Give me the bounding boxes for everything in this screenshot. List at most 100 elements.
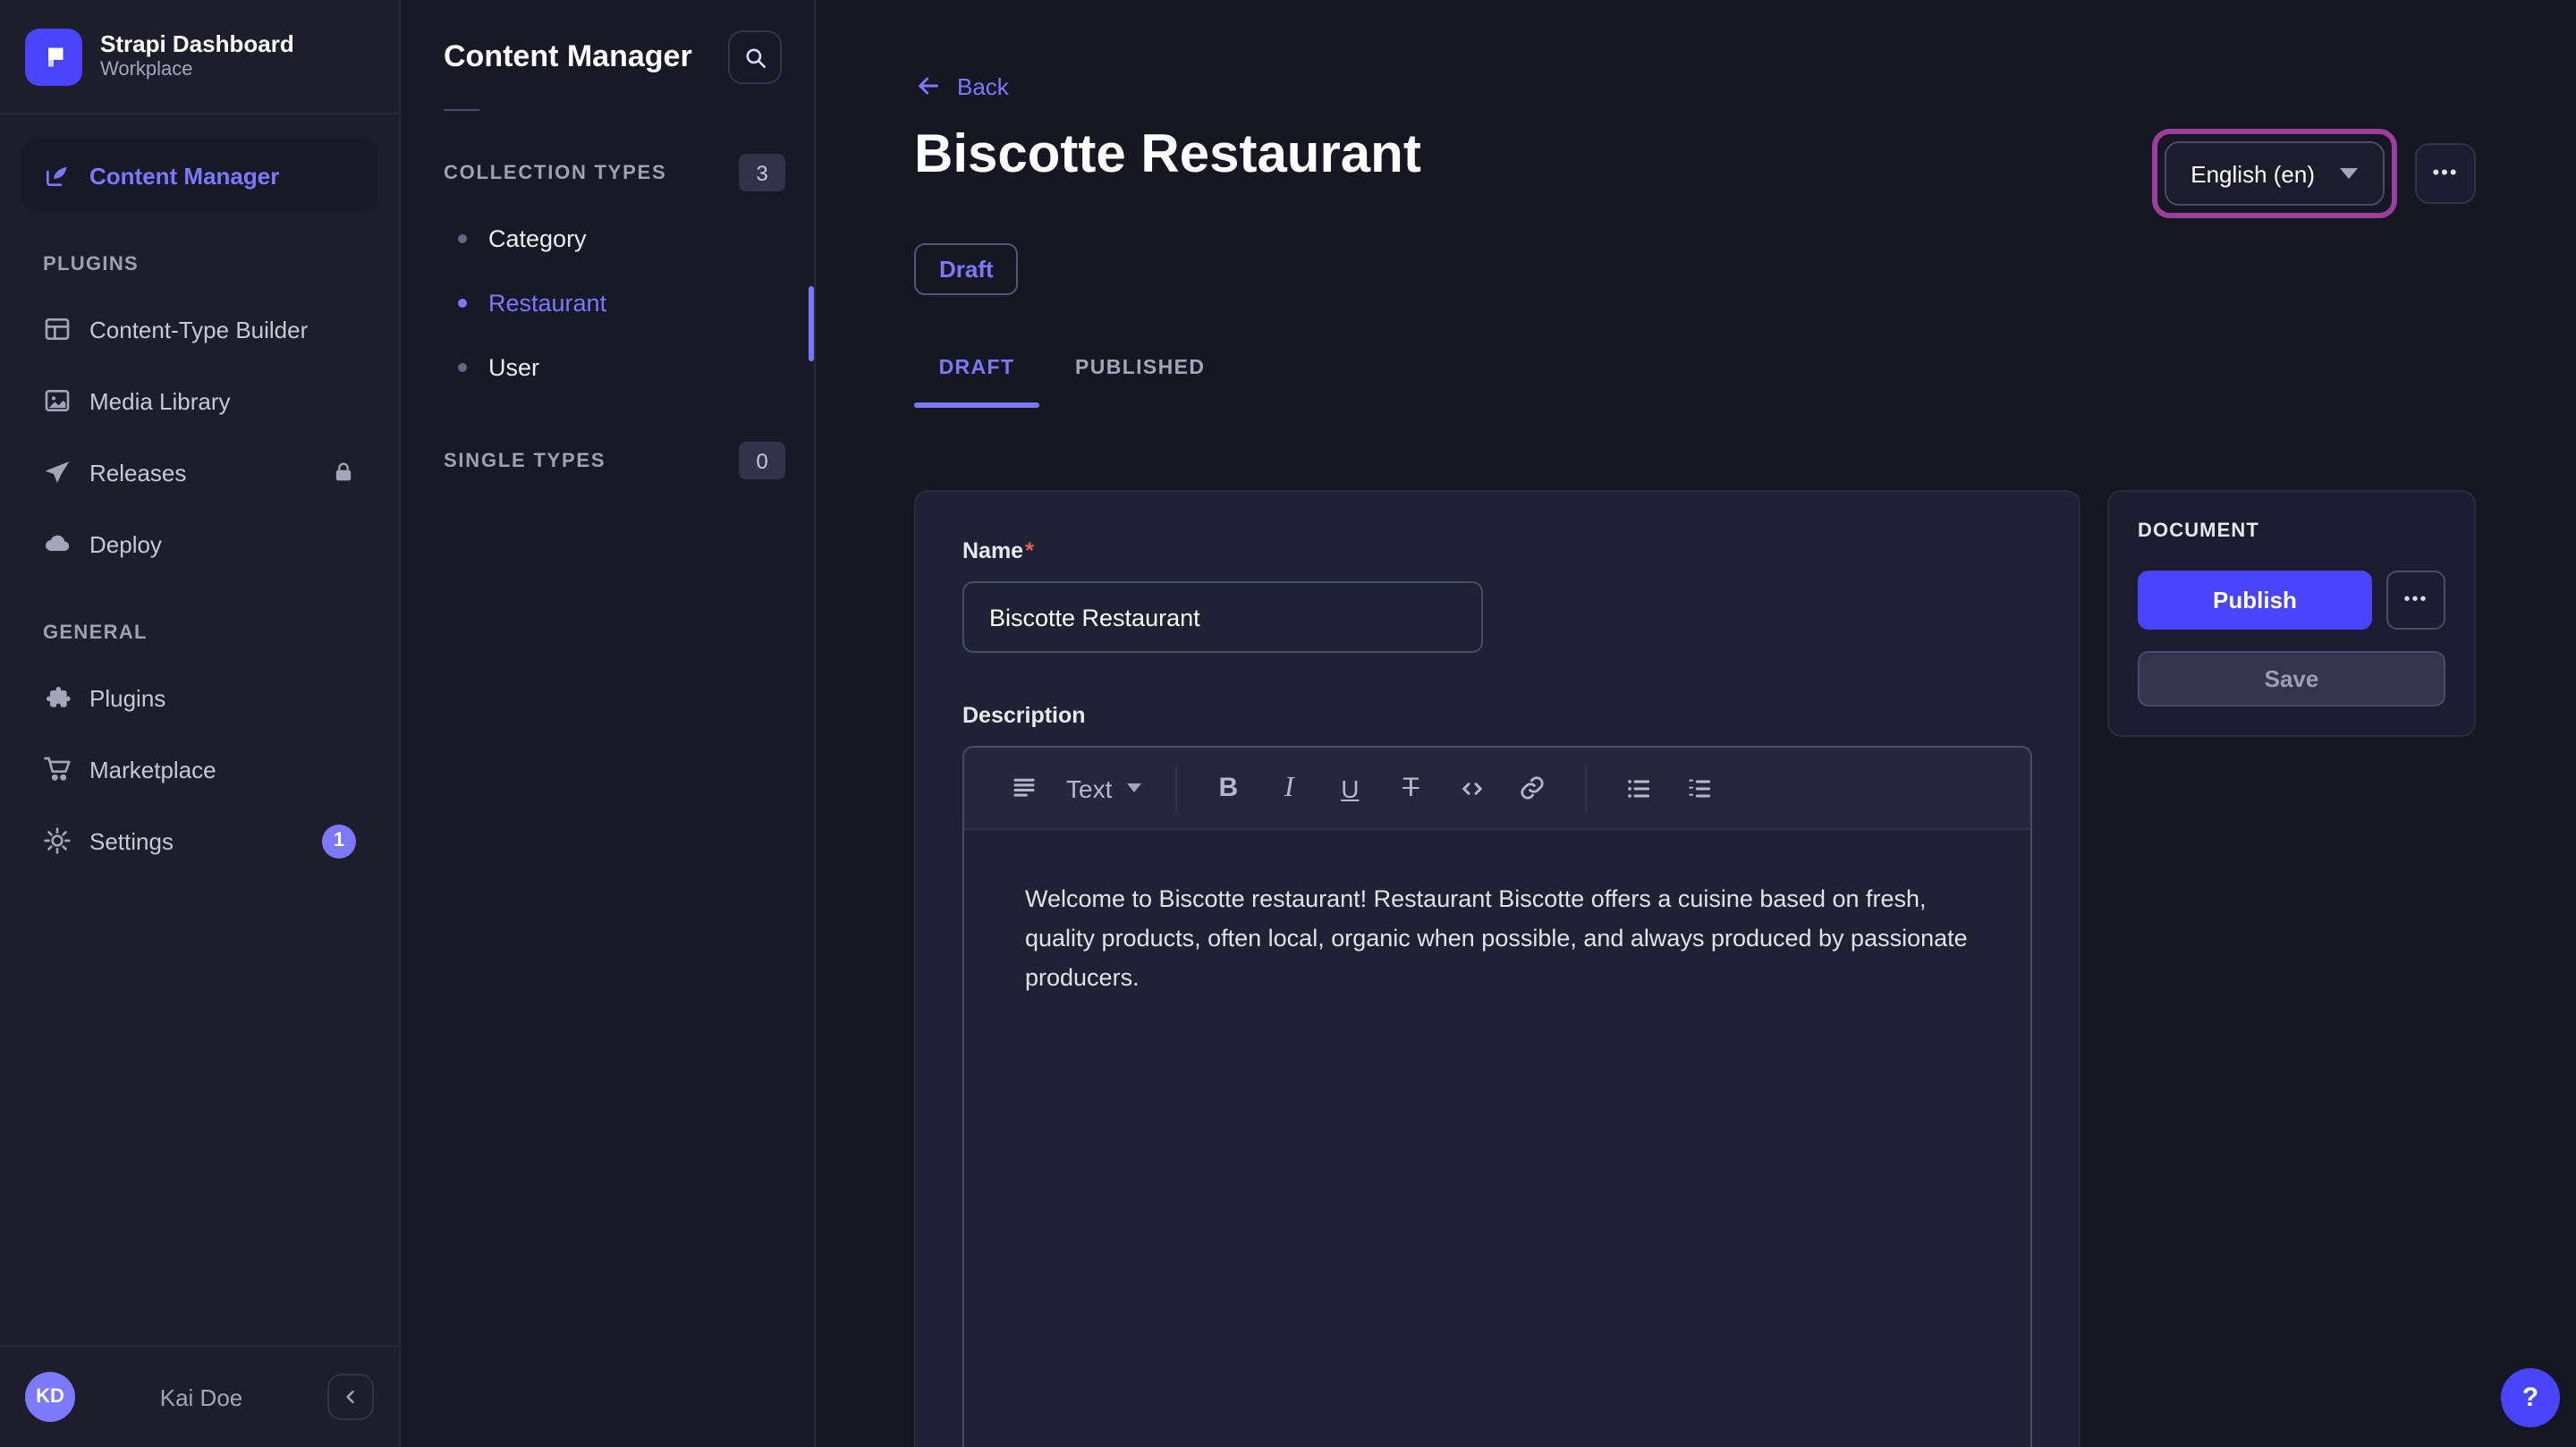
sidebar-item-label: Plugins [89, 684, 165, 711]
collection-types-header: COLLECTION TYPES 3 [401, 129, 814, 202]
app-window: Strapi Dashboard Workplace Content Manag… [0, 0, 2576, 1447]
subnav-item-label: User [488, 353, 539, 380]
locale-select[interactable]: English (en) [2164, 141, 2385, 206]
avatar[interactable]: KD [25, 1372, 75, 1422]
sidebar-item-content-manager[interactable]: Content Manager [21, 140, 377, 211]
chevron-left-icon [342, 1388, 360, 1406]
workspace-title: Strapi Dashboard [100, 30, 294, 59]
sidebar-section-general: GENERAL [21, 622, 377, 644]
back-label: Back [957, 72, 1009, 99]
divider [1584, 765, 1586, 811]
sidebar-item-settings[interactable]: Settings 1 [21, 805, 377, 876]
entry-form-card: Name* Description Text [914, 490, 2080, 1447]
sidebar-section-plugins: PLUGINS [21, 254, 377, 275]
subnav-item-category[interactable]: Category [401, 206, 814, 270]
bulleted-list-icon [1623, 774, 1652, 802]
shopping-cart-icon [43, 755, 72, 783]
bold-button[interactable]: B [1201, 761, 1255, 815]
collection-types-label: COLLECTION TYPES [444, 162, 666, 183]
sidebar-item-label: Content Manager [89, 162, 279, 189]
workspace-subtitle: Workplace [100, 59, 294, 84]
description-field-group: Description Text [962, 699, 2032, 1447]
sidebar-item-label: Settings [89, 827, 174, 854]
sidebar-item-label: Content-Type Builder [89, 316, 308, 343]
sidebar-item-deploy[interactable]: Deploy [21, 508, 377, 580]
required-asterisk: * [1025, 538, 1034, 563]
subnav-item-restaurant[interactable]: Restaurant [401, 270, 814, 334]
link-button[interactable] [1505, 761, 1559, 815]
collection-types-count: 3 [739, 154, 785, 191]
status-badge: Draft [914, 243, 1019, 295]
code-icon [1457, 774, 1486, 802]
search-button[interactable] [728, 30, 782, 84]
name-label: Name* [962, 538, 1034, 563]
locale-value: English (en) [2190, 160, 2315, 187]
editor-toolbar: Text B I U T [964, 748, 2030, 830]
rich-text-editor: Text B I U T [962, 746, 2032, 1447]
sidebar-item-plugins[interactable]: Plugins [21, 662, 377, 733]
justify-icon [1010, 774, 1037, 801]
strapi-logo-icon [25, 28, 82, 85]
page-title: Biscotte Restaurant [914, 125, 1421, 187]
code-button[interactable] [1445, 761, 1498, 815]
sidebar-nav: Content Manager PLUGINS Content-Type Bui… [0, 114, 399, 1345]
workspace-brand[interactable]: Strapi Dashboard Workplace [0, 0, 399, 114]
divider [1174, 765, 1176, 811]
subnav-title: Content Manager [444, 39, 692, 75]
active-item-indicator [809, 286, 814, 361]
italic-button[interactable]: I [1262, 761, 1316, 815]
sidebar-item-label: Media Library [89, 387, 231, 414]
gear-icon [43, 826, 72, 855]
single-types-label: SINGLE TYPES [444, 450, 606, 471]
block-type-select[interactable]: Text [1057, 761, 1149, 815]
sidebar-item-label: Releases [89, 459, 186, 486]
arrow-left-icon [914, 72, 943, 100]
subnav-item-label: Restaurant [488, 289, 606, 316]
content-manager-subnav: Content Manager COLLECTION TYPES 3 Categ… [401, 0, 816, 1447]
name-input[interactable] [962, 581, 1483, 653]
feather-pen-icon [43, 161, 72, 190]
description-label: Description [962, 703, 1086, 728]
subnav-item-user[interactable]: User [401, 334, 814, 399]
single-types-count: 0 [739, 442, 785, 479]
document-more-button[interactable]: ••• [2386, 571, 2445, 630]
bullet-icon [458, 298, 467, 307]
underline-button[interactable]: U [1323, 761, 1377, 815]
sidebar-item-marketplace[interactable]: Marketplace [21, 733, 377, 805]
main-sidebar: Strapi Dashboard Workplace Content Manag… [0, 0, 401, 1447]
sidebar-item-releases[interactable]: Releases [21, 436, 377, 508]
paper-plane-icon [43, 458, 72, 487]
numbered-list-button[interactable] [1672, 761, 1725, 815]
publish-button[interactable]: Publish [2138, 571, 2372, 630]
puzzle-icon [43, 683, 72, 712]
back-link[interactable]: Back [914, 72, 1009, 100]
bulleted-list-button[interactable] [1611, 761, 1665, 815]
description-editor-area[interactable]: Welcome to Biscotte restaurant! Restaura… [964, 830, 2030, 1447]
subnav-item-label: Category [488, 224, 587, 251]
tab-draft[interactable]: DRAFT [914, 356, 1039, 408]
version-tabs: DRAFT PUBLISHED [914, 356, 2476, 408]
divider [444, 109, 479, 111]
collection-types-list: Category Restaurant User [401, 206, 814, 399]
help-button[interactable]: ? [2501, 1368, 2560, 1427]
content-type-builder-icon [43, 315, 72, 343]
sidebar-item-content-type-builder[interactable]: Content-Type Builder [21, 293, 377, 365]
settings-notification-badge: 1 [322, 824, 356, 858]
collapse-sidebar-button[interactable] [327, 1374, 374, 1420]
annotation-highlight-box: English (en) [2151, 129, 2397, 218]
sidebar-item-label: Marketplace [89, 756, 216, 783]
lock-icon [331, 460, 356, 485]
bullet-icon [458, 233, 467, 242]
chevron-down-icon [1126, 783, 1140, 792]
bullet-icon [458, 362, 467, 371]
sidebar-user-footer: KD Kai Doe [0, 1345, 399, 1447]
description-text: Welcome to Biscotte restaurant! Restaura… [1025, 880, 1970, 997]
justify-text-button[interactable] [996, 761, 1050, 815]
header-more-button[interactable]: ••• [2415, 143, 2476, 204]
ellipsis-icon: ••• [2403, 590, 2428, 610]
sidebar-item-media-library[interactable]: Media Library [21, 365, 377, 436]
tab-published[interactable]: PUBLISHED [1064, 356, 1190, 408]
strikethrough-button[interactable]: T [1384, 761, 1437, 815]
save-button[interactable]: Save [2138, 651, 2445, 707]
cloud-icon [43, 529, 72, 558]
